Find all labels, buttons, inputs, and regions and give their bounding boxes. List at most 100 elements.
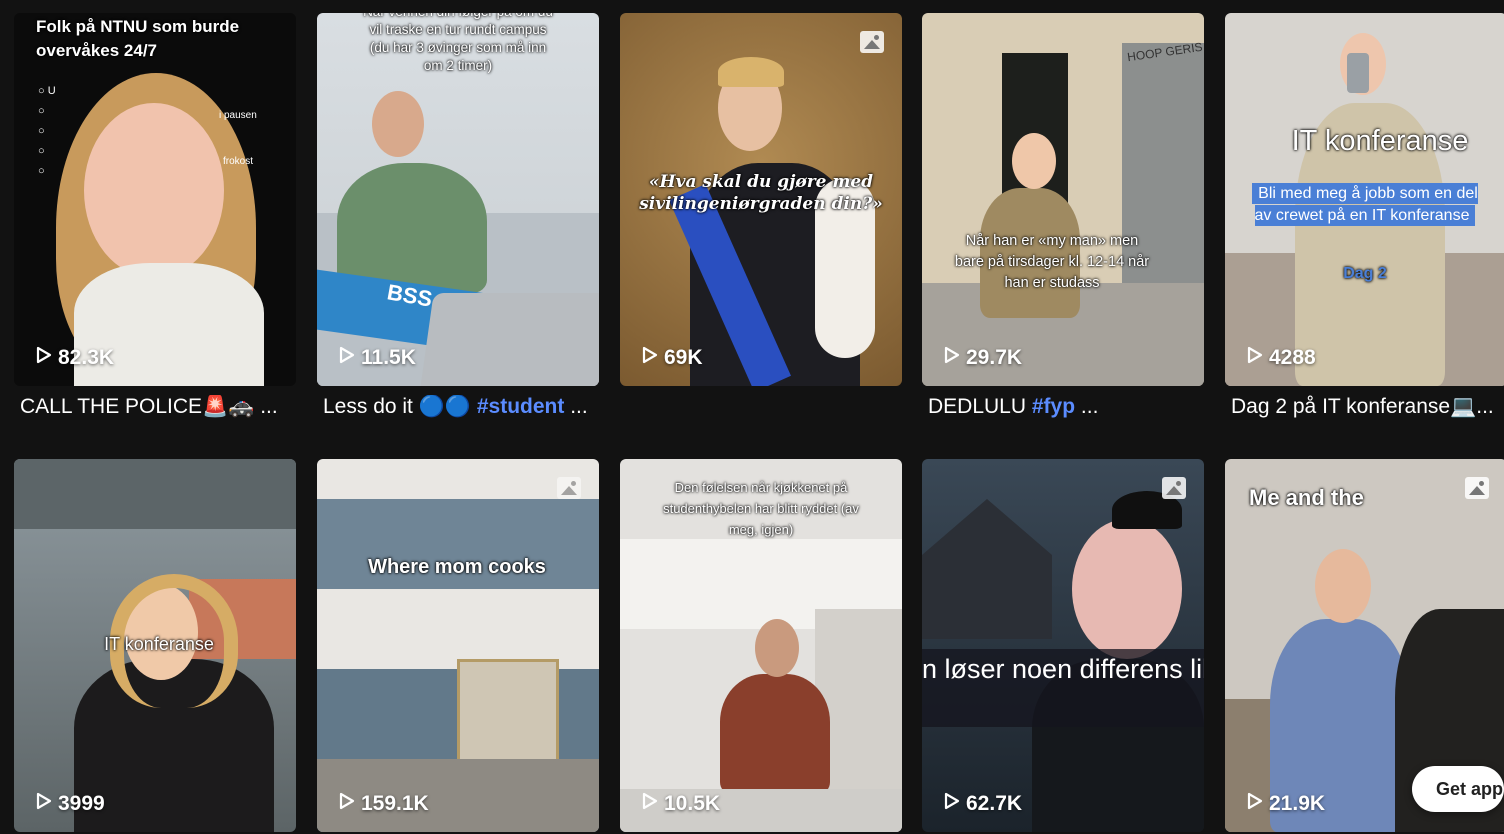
caption-more: ... — [1075, 395, 1099, 418]
overlay-text: Where mom cooks — [368, 556, 546, 578]
stove-shape — [457, 659, 559, 775]
video-thumbnail[interactable]: Den følelsen når kjøkkenet på studenthyb… — [620, 459, 902, 832]
photo-carousel-icon — [557, 477, 581, 499]
video-thumbnail[interactable]: IT konferanse Bli med meg å jobb som en … — [1225, 13, 1504, 386]
overlay-box-text: Bli med meg å jobb som en del av crewet … — [1252, 183, 1478, 226]
view-count: 29.7K — [944, 346, 1022, 370]
video-card[interactable]: Where mom cooks 159.1K — [317, 459, 599, 832]
video-thumbnail[interactable]: HOOP GERIS Når han er «my man» men bare … — [922, 13, 1204, 386]
view-count: 159.1K — [339, 792, 429, 816]
video-card[interactable]: Den følelsen når kjøkkenet på studenthyb… — [620, 459, 902, 832]
caption-emoji: 🚨🚓 — [202, 395, 255, 418]
overlay-text: n løser noen differens likninger i ny og… — [922, 654, 1204, 684]
overlay-text: Den følelsen når kjøkkenet på studenthyb… — [663, 480, 859, 537]
caption-more: ... — [564, 395, 588, 418]
view-count: 82.3K — [36, 346, 114, 370]
video-thumbnail[interactable]: n løser noen differens likninger i ny og… — [922, 459, 1204, 832]
play-icon — [339, 346, 355, 370]
view-count-value: 3999 — [58, 792, 105, 815]
video-thumbnail[interactable]: «Hva skal du gjøre med sivilingeniørgrad… — [620, 13, 902, 386]
face-shape — [1012, 133, 1056, 189]
view-count: 10.5K — [642, 792, 720, 816]
video-caption[interactable]: CALL THE POLICE🚨🚓 ... — [20, 395, 310, 419]
caption-text: Less do it — [323, 395, 413, 418]
view-count-value: 11.5K — [361, 346, 416, 369]
view-count-value: 82.3K — [58, 346, 115, 369]
view-count: 21.9K — [1247, 792, 1325, 816]
view-count: 4288 — [1247, 346, 1316, 370]
video-thumbnail[interactable]: Folk på NTNU som burde overvåkes 24/7 ○ … — [14, 13, 296, 386]
video-thumbnail[interactable]: Where mom cooks 159.1K — [317, 459, 599, 832]
house-shape — [922, 499, 1052, 639]
overlay-box: Bli med meg å jobb som en del av crewet … — [1250, 183, 1480, 227]
video-caption[interactable]: Dag 2 på IT konferanse💻... — [1231, 395, 1503, 419]
caption-more: ... — [254, 395, 278, 418]
video-card[interactable]: HOOP GERIS Når han er «my man» men bare … — [922, 13, 1204, 418]
get-app-button[interactable]: Get app — [1412, 766, 1504, 812]
video-caption[interactable]: DEDLULU #fyp ... — [928, 395, 1218, 419]
play-icon — [944, 346, 960, 370]
overlay-text: IT konferanse — [104, 634, 214, 654]
overlay-text: Me and the — [1249, 485, 1364, 510]
photo-carousel-icon — [1465, 477, 1489, 499]
play-icon — [944, 792, 960, 816]
caption-emoji: 🔵🔵 — [412, 395, 477, 418]
photo-carousel-icon — [1162, 477, 1186, 499]
roof-shape — [14, 459, 296, 529]
shirt-shape — [337, 163, 487, 293]
play-icon — [642, 346, 658, 370]
checklist: ○ U ○ ○ ○ ○ — [38, 85, 56, 177]
overlay-text: Når vennen din følger på om du vil trask… — [363, 13, 553, 73]
play-icon — [36, 792, 52, 816]
view-count-value: 62.7K — [966, 792, 1023, 815]
video-card[interactable]: BSS Når vennen din følger på om du vil t… — [317, 13, 599, 418]
view-count-value: 4288 — [1269, 346, 1316, 369]
face-shape — [84, 103, 224, 278]
play-icon — [642, 792, 658, 816]
view-count-value: 159.1K — [361, 792, 429, 815]
video-card[interactable]: «Hva skal du gjøre med sivilingeniørgrad… — [620, 13, 902, 386]
video-caption[interactable]: Less do it 🔵🔵 #student ... — [323, 395, 613, 419]
photo-carousel-icon — [860, 31, 884, 53]
face-shape — [755, 619, 799, 677]
caption-text: DEDLULU — [928, 395, 1027, 418]
caption-emoji: 💻 — [1450, 395, 1477, 418]
view-count: 62.7K — [944, 792, 1022, 816]
view-count-value: 21.9K — [1269, 792, 1326, 815]
view-count: 11.5K — [339, 346, 416, 370]
shirt-shape — [720, 674, 830, 794]
checklist-item: U — [47, 85, 56, 97]
overlay-title: IT konferanse — [1291, 125, 1469, 157]
view-count-value: 29.7K — [966, 346, 1023, 369]
view-count-value: 10.5K — [664, 792, 721, 815]
hair-shape — [718, 57, 784, 87]
caption-more: ... — [1476, 395, 1494, 418]
view-count: 3999 — [36, 792, 105, 816]
caption-hashtag[interactable]: #student — [477, 395, 565, 418]
video-card[interactable]: IT konferanse 3999 — [14, 459, 296, 832]
play-icon — [36, 346, 52, 370]
overlay-text: Folk på NTNU som burde overvåkes 24/7 — [36, 17, 240, 60]
play-icon — [1247, 792, 1263, 816]
view-count: 69K — [642, 346, 703, 370]
face-shape — [1072, 519, 1182, 659]
checklist-item: frokost — [223, 156, 254, 167]
checklist-item: i pausen — [219, 110, 257, 121]
video-grid: Folk på NTNU som burde overvåkes 24/7 ○ … — [0, 0, 1504, 834]
video-thumbnail[interactable]: IT konferanse 3999 — [14, 459, 296, 832]
overlay-text: «Hva skal du gjøre med sivilingeniørgrad… — [639, 172, 883, 214]
video-thumbnail[interactable]: BSS Når vennen din følger på om du vil t… — [317, 13, 599, 386]
caption-hashtag[interactable]: #fyp — [1032, 395, 1075, 418]
play-icon — [1247, 346, 1263, 370]
caption-text: CALL THE POLICE — [20, 395, 203, 418]
overlay-text: Når han er «my man» men bare på tirsdage… — [954, 233, 1150, 291]
video-card[interactable]: n løser noen differens likninger i ny og… — [922, 459, 1204, 832]
phone-shape — [1347, 53, 1369, 93]
view-count-value: 69K — [664, 346, 703, 369]
caption-text: Dag 2 på IT konferanse — [1231, 395, 1451, 418]
laptop-shape — [420, 293, 599, 386]
overlay-day: Dag 2 — [1343, 265, 1387, 282]
video-card[interactable]: IT konferanse Bli med meg å jobb som en … — [1225, 13, 1504, 418]
video-card[interactable]: Folk på NTNU som burde overvåkes 24/7 ○ … — [14, 13, 296, 418]
face-shape — [1315, 549, 1371, 623]
